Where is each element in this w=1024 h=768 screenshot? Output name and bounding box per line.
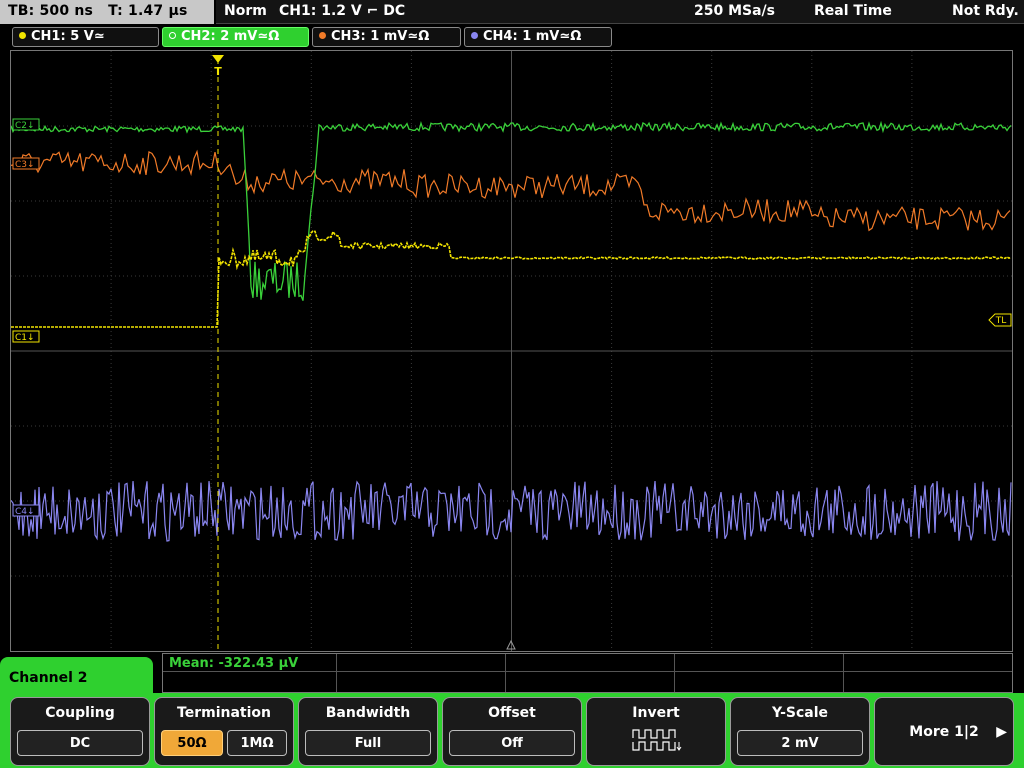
tab-ch1[interactable]: CH1: 5 V≃ (12, 27, 159, 47)
ch2-label: CH2: 2 mV≃Ω (181, 29, 280, 44)
menu-title: Channel 2 (0, 657, 153, 697)
trigger-mode[interactable]: Norm (224, 3, 267, 19)
termination-label: Termination (177, 705, 271, 721)
ch4-offset-marker: C4↓ (12, 504, 40, 517)
ch3-marker-label: C3↓ (15, 160, 35, 170)
bandwidth-value[interactable]: Full (305, 730, 431, 756)
ch4-color-dot (471, 32, 478, 39)
graticule-grid (11, 51, 1012, 651)
acquisition-status-bar: Norm CH1: 1.2 V ⌐ DC 250 MSa/s Real Time… (216, 0, 1024, 24)
termination-50ohm-option[interactable]: 50Ω (161, 730, 223, 756)
trigger-pos-label: T (214, 65, 222, 78)
yscale-value[interactable]: 2 mV (737, 730, 863, 756)
ch4-marker-label: C4↓ (15, 507, 35, 517)
ready-status: Not Rdy. (952, 3, 1019, 19)
invert-label: Invert (632, 705, 680, 721)
mean-measurement: Mean: -322.43 µV (169, 656, 299, 671)
ch3-offset-marker: C3↓ (12, 157, 40, 170)
tab-ch2[interactable]: CH2: 2 mV≃Ω (162, 27, 309, 47)
waveform-display[interactable]: T TL C1↓ C2↓ C3↓ C4↓ (10, 50, 1013, 652)
sample-rate: 250 MSa/s (694, 3, 776, 19)
next-page-icon: ▶ (996, 724, 1007, 740)
timebase-value: TB: 500 ns (8, 3, 94, 19)
yscale-label: Y-Scale (771, 705, 828, 721)
coupling-value[interactable]: DC (17, 730, 143, 756)
termination-1mohm-option[interactable]: 1MΩ (227, 730, 287, 756)
ch1-marker-label: C1↓ (15, 333, 35, 343)
trigger-position-marker: T (212, 55, 224, 78)
measurement-divider-1 (336, 654, 337, 692)
ch2-offset-marker: C2↓ (12, 118, 40, 131)
tab-ch3[interactable]: CH3: 1 mV≃Ω (312, 27, 461, 47)
invert-key[interactable]: Invert (586, 697, 726, 766)
measurement-divider-4 (843, 654, 844, 692)
more-key[interactable]: More 1|2 ▶ (874, 697, 1014, 766)
invert-waveform-icon (632, 729, 682, 751)
tab-ch4[interactable]: CH4: 1 mV≃Ω (464, 27, 612, 47)
offset-label: Offset (488, 705, 536, 721)
trigger-time-value: T: 1.47 µs (108, 3, 188, 19)
ch3-color-dot (319, 32, 326, 39)
trigger-source[interactable]: CH1: 1.2 V ⌐ DC (279, 3, 405, 19)
coupling-label: Coupling (45, 705, 115, 721)
measurement-divider-3 (674, 654, 675, 692)
yscale-key[interactable]: Y-Scale 2 mV (730, 697, 870, 766)
ch1-offset-marker: C1↓ (12, 330, 40, 343)
ch2-color-dot (169, 32, 176, 39)
measurement-divider-h (163, 671, 1012, 672)
ch3-label: CH3: 1 mV≃Ω (331, 29, 430, 44)
ch3-waveform (11, 149, 1011, 232)
measurement-panel[interactable]: Mean: -322.43 µV (162, 653, 1013, 693)
ch2-marker-label: C2↓ (15, 121, 35, 131)
more-label: More 1|2 (909, 724, 979, 740)
coupling-key[interactable]: Coupling DC (10, 697, 150, 766)
bandwidth-key[interactable]: Bandwidth Full (298, 697, 438, 766)
acquisition-mode: Real Time (814, 3, 892, 19)
ch1-label: CH1: 5 V≃ (31, 29, 105, 44)
timebase-status[interactable]: TB: 500 ns T: 1.47 µs (0, 0, 214, 24)
waveform-canvas: T TL C1↓ C2↓ C3↓ C4↓ (11, 51, 1012, 651)
offset-key[interactable]: Offset Off (442, 697, 582, 766)
measurement-divider-2 (505, 654, 506, 692)
termination-key[interactable]: Termination 50Ω 1MΩ (154, 697, 294, 766)
ch1-color-dot (19, 32, 26, 39)
ch4-label: CH4: 1 mV≃Ω (483, 29, 582, 44)
trigger-level-marker: TL (988, 313, 1012, 327)
bandwidth-label: Bandwidth (325, 705, 411, 721)
offset-value[interactable]: Off (449, 730, 575, 756)
trigger-level-label: TL (995, 316, 1007, 326)
